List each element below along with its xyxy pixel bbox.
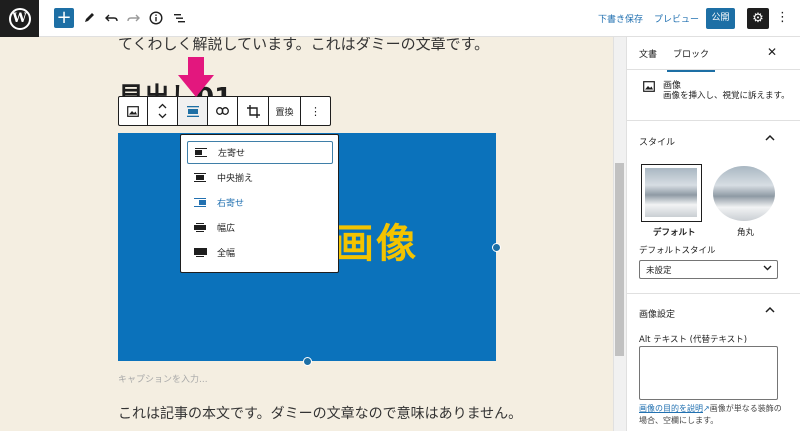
replace-button[interactable]: 置換 xyxy=(269,97,301,125)
resize-handle-bottom[interactable] xyxy=(303,357,312,366)
editor-canvas: てくわしく解説しています。これはダミーの文章です。 見出し01 画像 キャプショ… xyxy=(0,37,613,431)
crop-icon[interactable] xyxy=(238,97,269,125)
style-option-default[interactable] xyxy=(641,164,702,222)
align-right-icon xyxy=(193,197,207,208)
pink-arrow-annotation xyxy=(178,57,214,97)
alt-text-label: Alt テキスト (代替テキスト) xyxy=(639,335,748,345)
scrollbar-thumb[interactable] xyxy=(615,163,624,356)
replace-label: 置換 xyxy=(275,107,294,118)
caption-input[interactable]: キャプションを入力... xyxy=(118,372,208,385)
default-style-value: 未設定 xyxy=(646,266,672,276)
resize-handle-right[interactable] xyxy=(492,243,501,252)
align-option-right[interactable]: 右寄せ xyxy=(187,191,333,214)
chevron-down-icon xyxy=(763,264,772,274)
publish-button[interactable]: 公開 xyxy=(706,8,735,29)
divider xyxy=(627,293,800,294)
align-option-label: 中央揃え xyxy=(217,174,254,184)
align-option-label: 全幅 xyxy=(217,249,236,259)
alt-text-help-link[interactable]: 画像の目的を説明 xyxy=(639,404,703,413)
chevron-up-icon[interactable] xyxy=(765,305,775,316)
style-preview-image xyxy=(645,168,697,217)
divider xyxy=(627,69,800,70)
align-left-icon xyxy=(194,147,208,158)
align-option-label: 幅広 xyxy=(217,224,236,234)
close-icon[interactable]: ✕ xyxy=(767,45,777,59)
list-view-icon[interactable] xyxy=(170,9,188,27)
align-button[interactable] xyxy=(178,97,208,125)
save-draft-button[interactable]: 下書き保存 xyxy=(598,12,643,25)
info-icon[interactable] xyxy=(147,9,165,27)
align-dropdown-menu: 左寄せ 中央揃え 右寄せ 幅広 全幅 xyxy=(180,134,339,273)
align-option-center[interactable]: 中央揃え xyxy=(187,166,333,189)
align-option-left[interactable]: 左寄せ xyxy=(187,141,333,164)
image-block-icon xyxy=(643,81,655,95)
style-option-label: 角丸 xyxy=(737,228,755,238)
move-up-down-icon[interactable] xyxy=(148,97,178,125)
image-placeholder-text: 画像 xyxy=(334,221,418,267)
default-style-label: デフォルトスタイル xyxy=(639,246,716,256)
align-option-label: 右寄せ xyxy=(217,199,245,209)
settings-gear-icon[interactable]: ⚙ xyxy=(747,8,769,29)
align-wide-icon xyxy=(193,222,207,233)
external-link-icon: ↗ xyxy=(703,404,710,413)
block-toolbar: 置換 ⋮ xyxy=(118,96,331,126)
paragraph-block-top[interactable]: てくわしく解説しています。これはダミーの文章です。 xyxy=(118,37,489,54)
divider xyxy=(627,120,800,121)
edit-pencil-icon[interactable] xyxy=(80,9,98,27)
align-option-label: 左寄せ xyxy=(218,149,246,159)
preview-button[interactable]: プレビュー xyxy=(654,12,699,25)
style-preview-image xyxy=(713,166,775,221)
block-options-icon[interactable]: ⋮ xyxy=(301,97,330,125)
alt-text-textarea[interactable] xyxy=(639,346,778,400)
styles-panel-title[interactable]: スタイル xyxy=(639,135,675,148)
style-option-label: デフォルト xyxy=(653,228,696,238)
wordpress-logo-button[interactable]: W xyxy=(0,0,39,37)
alt-text-help: 画像の目的を説明↗画像が単なる装飾の場合、空欄にします。 xyxy=(639,403,784,427)
link-icon[interactable] xyxy=(208,97,238,125)
wordpress-icon: W xyxy=(8,7,31,30)
chevron-up-icon[interactable] xyxy=(765,133,775,144)
tab-document[interactable]: 文書 xyxy=(639,47,657,60)
block-card-description: 画像を挿入し、視覚に訴えます。 xyxy=(663,91,790,101)
style-option-rounded[interactable] xyxy=(713,166,775,221)
align-option-wide[interactable]: 幅広 xyxy=(187,216,333,239)
image-settings-panel-title[interactable]: 画像設定 xyxy=(639,307,675,320)
image-block-type-icon[interactable] xyxy=(119,97,148,125)
paragraph-block-body[interactable]: これは記事の本文です。ダミーの文章なので意味はありません。 xyxy=(118,403,522,423)
undo-icon[interactable] xyxy=(102,9,120,27)
redo-icon[interactable] xyxy=(124,9,142,27)
add-block-button[interactable]: + xyxy=(54,8,74,28)
align-center-icon xyxy=(193,172,207,183)
editor-toolbar: W + 下書き保存 プレビュー 公開 ⚙ ⋮ xyxy=(0,0,800,37)
default-style-select[interactable]: 未設定 xyxy=(639,260,778,279)
settings-sidebar: 文書 ブロック ✕ 画像 画像を挿入し、視覚に訴えます。 スタイル デフォルト … xyxy=(626,37,800,431)
align-option-full[interactable]: 全幅 xyxy=(187,241,333,264)
more-options-icon[interactable]: ⋮ xyxy=(776,10,789,25)
align-full-icon xyxy=(193,247,207,258)
